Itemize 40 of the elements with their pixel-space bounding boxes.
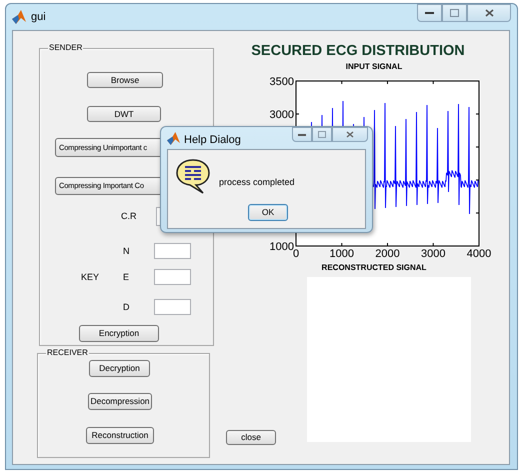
close-icon[interactable] [484, 9, 494, 17]
minimize-icon[interactable] [425, 11, 434, 15]
speech-bubble-icon [176, 159, 211, 194]
panel-label: SENDER [48, 43, 84, 53]
field-label: C.R [121, 212, 138, 221]
ok-button[interactable]: OK [248, 204, 288, 221]
field-label: D [123, 302, 130, 312]
panel-label: RECEIVER [46, 348, 89, 358]
action-button[interactable]: Decryption [89, 360, 150, 377]
field-label: E [123, 272, 130, 282]
close-icon[interactable] [346, 131, 354, 138]
action-button[interactable]: Decompression [88, 393, 152, 410]
dialog-message: process completed [219, 178, 295, 187]
axes-title: INPUT SIGNAL [346, 62, 402, 71]
input-field[interactable] [154, 269, 191, 285]
tick-label: 2000 [375, 248, 400, 260]
tick-label: 1000 [270, 241, 294, 253]
tick-label: 3000 [421, 248, 446, 260]
tick-label: 4000 [466, 248, 492, 260]
axes-title: RECONSTRUCTED SIGNAL [322, 263, 426, 272]
maximize-icon[interactable] [318, 131, 326, 138]
tick-label: 1000 [330, 248, 354, 260]
app-heading: SECURED ECG DISTRIBUTION [250, 43, 466, 60]
input-field[interactable] [154, 243, 191, 259]
action-button[interactable]: Browse [87, 72, 163, 88]
key-label: KEY [81, 272, 100, 282]
maximize-icon[interactable] [450, 9, 459, 17]
tick-label: 3500 [270, 76, 294, 88]
minimize-icon[interactable] [298, 132, 306, 136]
close-app-button[interactable]: close [226, 430, 276, 445]
tick-label: 3000 [270, 109, 294, 121]
tick-label: 0 [292, 248, 300, 260]
input-field[interactable] [154, 299, 191, 315]
window-title: gui [31, 10, 46, 25]
action-button[interactable]: Reconstruction [86, 427, 154, 444]
app-icon [167, 132, 180, 145]
encryption-button[interactable]: Encryption [79, 325, 159, 342]
field-label: N [123, 246, 130, 256]
action-button[interactable]: DWT [87, 106, 161, 122]
app-icon [12, 10, 26, 24]
